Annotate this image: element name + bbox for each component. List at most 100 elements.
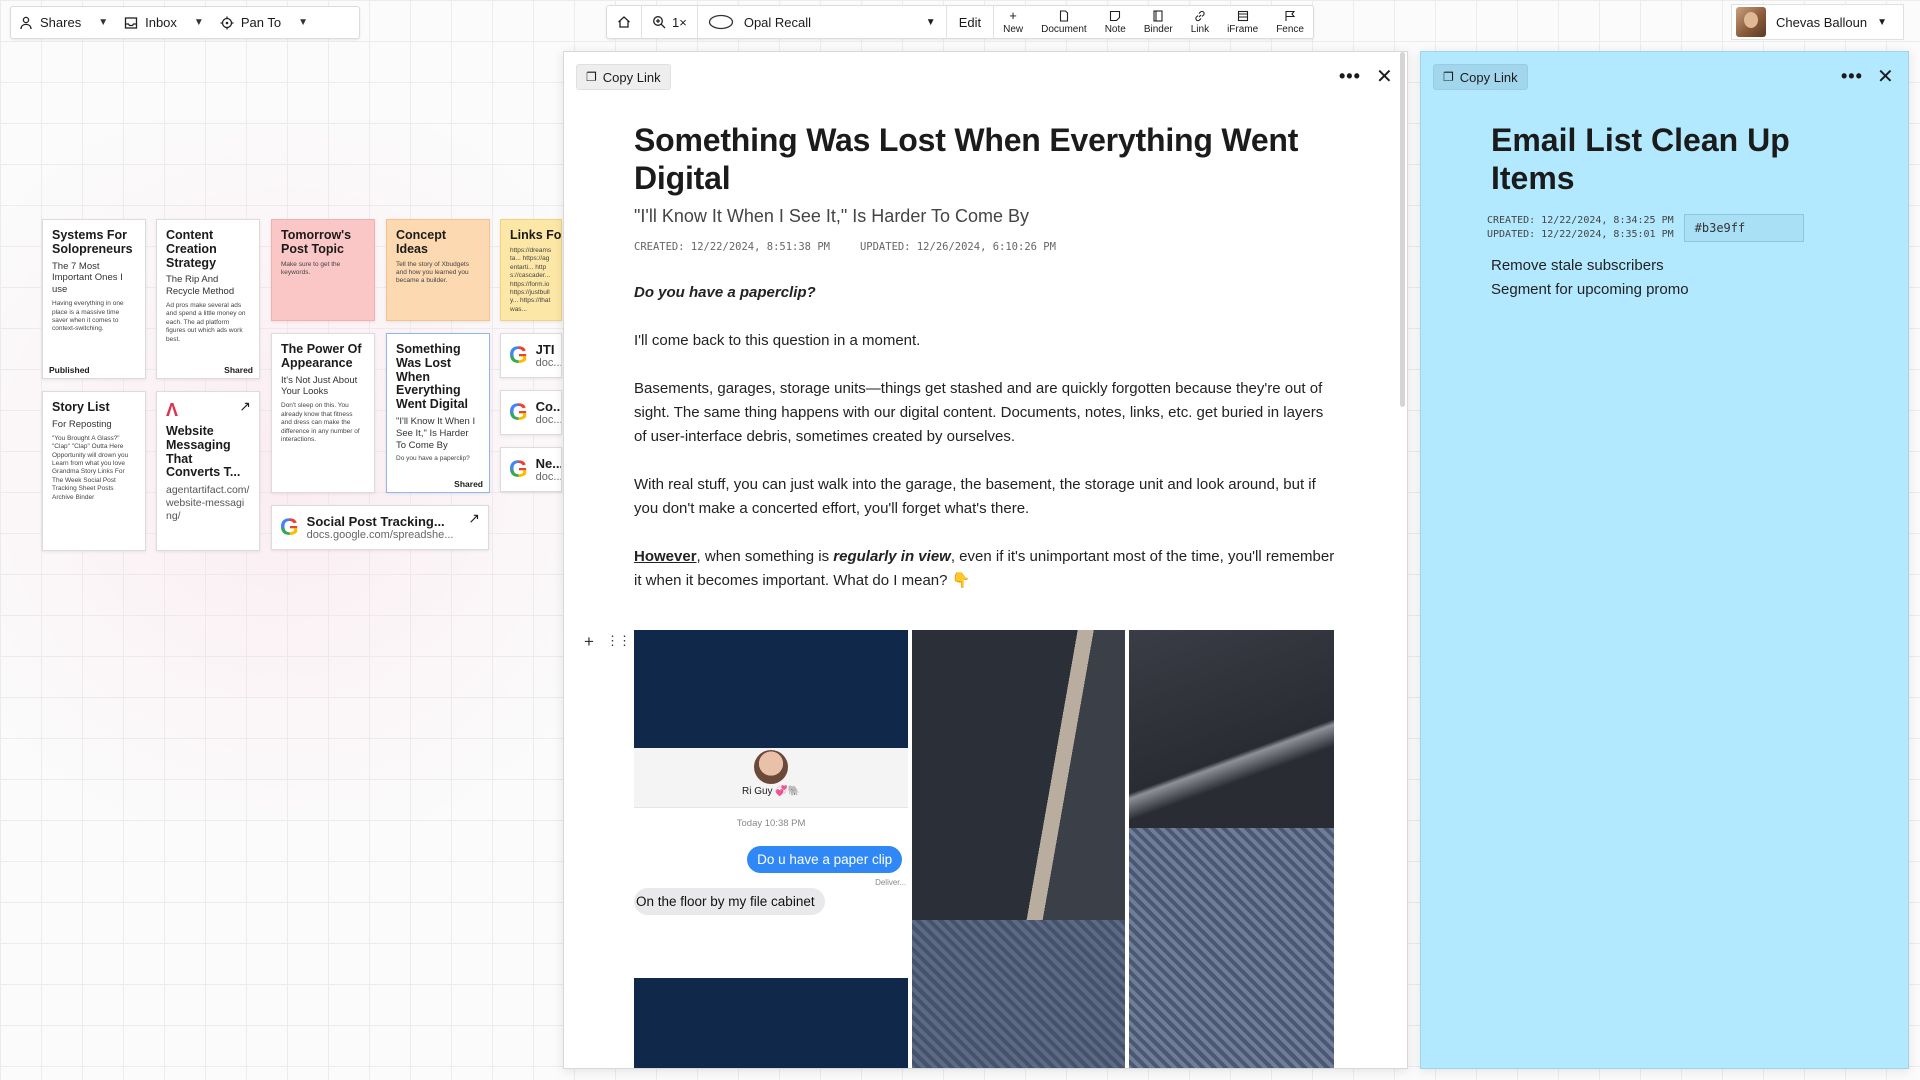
plus-icon[interactable]: +: [584, 632, 594, 652]
google-doc-card[interactable]: G Co... doc...: [500, 390, 562, 435]
canvas-card[interactable]: Content Creation Strategy The Rip And Re…: [156, 219, 260, 379]
sent-message: Do u have a paper clip: [747, 846, 903, 873]
user-menu[interactable]: Chevas Balloun ▼: [1731, 4, 1904, 40]
more-icon[interactable]: •••: [1339, 66, 1361, 87]
note-title: Email List Clean Up Items: [1491, 122, 1790, 196]
google-icon: G: [509, 398, 528, 426]
card-subtitle: The Rip And Recycle Method: [166, 274, 235, 298]
list-item: Remove stale subscribers: [1491, 256, 1664, 274]
more-icon[interactable]: •••: [1841, 66, 1863, 87]
delivered-status: Deliver...: [875, 878, 907, 887]
card-body: Having everything in one place is a mass…: [52, 300, 124, 333]
canvas-card[interactable]: Λ ↗ Website Messaging That Converts T...…: [156, 391, 260, 551]
contact-avatar: [754, 750, 789, 784]
iframe-button[interactable]: iFrame: [1218, 10, 1267, 35]
canvas-card-selected[interactable]: Something Was Lost When Everything Went …: [386, 333, 490, 493]
home-icon: [618, 16, 630, 28]
created-date: CREATED: 12/22/2024, 8:51:38 PM: [634, 240, 830, 253]
main-toolbar: 1× Opal Recall ▼ Edit + New Document Not…: [606, 5, 1314, 39]
workspace-select[interactable]: Opal Recall ▼: [698, 6, 947, 38]
zoom-control[interactable]: 1×: [642, 6, 698, 38]
card-url: doc...: [535, 414, 562, 426]
block-tools: + ⋮⋮: [584, 632, 631, 652]
card-body: Do you have a paperclip?: [396, 455, 470, 463]
card-title: Story List: [52, 400, 110, 414]
document-label: Document: [1041, 23, 1087, 35]
copy-link-button[interactable]: ❐ Copy Link: [576, 64, 671, 90]
copy-link-button[interactable]: ❐ Copy Link: [1433, 64, 1528, 90]
google-doc-card[interactable]: G Social Post Tracking... docs.google.com…: [271, 505, 489, 550]
card-body: Don't sleep on this. You already know th…: [281, 402, 360, 443]
google-doc-card[interactable]: G Ne... doc...: [500, 447, 562, 492]
new-label: New: [1003, 23, 1024, 35]
document-icon: [1059, 9, 1068, 22]
canvas-card[interactable]: Story List For Reposting "You Brought A …: [42, 391, 146, 551]
pan-to-menu[interactable]: Pan To ▼: [220, 15, 308, 30]
external-link-icon[interactable]: ↗: [468, 510, 480, 527]
canvas-card[interactable]: The Power Of Appearance It's Not Just Ab…: [271, 333, 375, 493]
color-hex-input[interactable]: #b3e9ff: [1683, 213, 1804, 242]
shares-label: Shares: [40, 15, 82, 30]
google-doc-card[interactable]: G JTI doc...: [500, 333, 562, 378]
list-item: Segment for upcoming promo: [1491, 281, 1689, 299]
close-icon[interactable]: ✕: [1877, 64, 1894, 89]
card-title: Co...: [535, 399, 562, 414]
chevron-down-icon: ▼: [925, 16, 936, 28]
canvas-card[interactable]: Systems For Solopreneurs The 7 Most Impo…: [42, 219, 146, 379]
scrollbar[interactable]: [1400, 52, 1405, 407]
binder-button[interactable]: Binder: [1135, 9, 1182, 35]
home-button[interactable]: [607, 6, 642, 38]
inbox-icon: [124, 16, 138, 29]
underlined-text: However: [634, 547, 697, 565]
close-icon[interactable]: ✕: [1376, 64, 1393, 89]
drag-handle-icon[interactable]: ⋮⋮: [606, 632, 631, 652]
card-title: Ne...: [535, 456, 562, 471]
person-icon: [20, 16, 32, 29]
chevron-down-icon: ▼: [98, 17, 109, 28]
copy-link-label: Copy Link: [602, 69, 661, 85]
card-subtitle: The 7 Most Important Ones I use: [52, 260, 123, 296]
card-url: doc...: [535, 357, 562, 369]
canvas-card[interactable]: Links For The Week https://dreamsta... h…: [500, 219, 562, 321]
received-message: On the floor by my file cabinet: [634, 888, 825, 915]
avatar: [1736, 7, 1766, 37]
emphasis-text: regularly in view: [833, 547, 951, 565]
canvas-card[interactable]: Tomorrow's Post Topic Make sure to get t…: [271, 219, 375, 321]
iframe-icon: [1237, 10, 1248, 21]
edit-button[interactable]: Edit: [947, 6, 995, 38]
paragraph: Basements, garages, storage units—things…: [634, 379, 1324, 445]
document-body: Do you have a paperclip? I'll come back …: [634, 281, 1339, 593]
shares-menu[interactable]: Shares ▼: [19, 15, 108, 30]
card-title: Systems For Solopreneurs: [52, 228, 133, 256]
document-button[interactable]: Document: [1032, 9, 1096, 35]
card-body: https://dreamsta... https://agentarti...…: [510, 246, 552, 313]
link-button[interactable]: Link: [1182, 10, 1218, 35]
google-icon: G: [509, 341, 528, 369]
document-panel: ❐ Copy Link ••• ✕ Something Was Lost Whe…: [563, 51, 1408, 1069]
link-icon: [1195, 10, 1205, 21]
document-meta: CREATED: 12/22/2024, 8:51:38 PM UPDATED:…: [634, 241, 1339, 253]
card-title: Something Was Lost When Everything Went …: [396, 342, 468, 411]
paragraph: However, when something is regularly in …: [634, 545, 1339, 593]
chat-header: Ri Guy 💞🐘: [634, 748, 909, 808]
fence-button[interactable]: Fence: [1267, 10, 1313, 35]
card-title: Tomorrow's Post Topic: [281, 228, 352, 256]
note-icon: [1110, 10, 1121, 21]
note-panel: ❐ Copy Link ••• ✕ Email List Clean Up It…: [1420, 51, 1909, 1069]
card-body: "You Brought A Glass?" "Clap" "Clap" Out…: [52, 434, 129, 501]
note-content: Email List Clean Up Items CREATED: 12/22…: [1487, 122, 1871, 304]
copy-icon: ❐: [586, 70, 597, 84]
chevron-down-icon: ▼: [298, 17, 308, 28]
card-url: agentartifact.com/website-messaging/: [166, 484, 250, 523]
image-gallery[interactable]: Ri Guy 💞🐘 Today 10:38 PM Do u have a pap…: [634, 630, 1334, 1068]
external-link-icon[interactable]: ↗: [239, 398, 251, 415]
new-button[interactable]: + New: [994, 9, 1032, 35]
document-subtitle: "I'll Know It When I See It," Is Harder …: [634, 205, 1030, 226]
inbox-menu[interactable]: Inbox ▼: [124, 15, 204, 30]
note-body[interactable]: Remove stale subscribers Segment for upc…: [1491, 254, 1871, 304]
paragraph: Do you have a paperclip?: [634, 283, 816, 301]
note-button[interactable]: Note: [1096, 10, 1135, 35]
text-run: , when something is: [696, 547, 834, 565]
canvas-card[interactable]: Concept Ideas Tell the story of Xbudgets…: [386, 219, 490, 321]
card-body: Make sure to get the keywords.: [281, 260, 341, 276]
